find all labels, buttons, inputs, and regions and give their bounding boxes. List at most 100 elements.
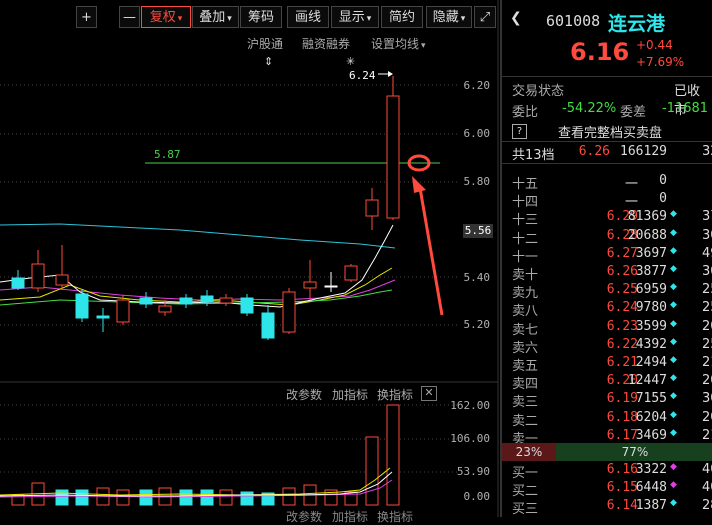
question-icon[interactable]: ?	[512, 124, 527, 139]
level-label: 卖六	[512, 340, 539, 356]
level-volume: 3322	[635, 462, 667, 477]
weibi-label: 委比	[512, 105, 539, 120]
diamond-icon: ◆	[670, 245, 677, 256]
buy-ratio-bar: 77%	[556, 443, 712, 461]
ask-row[interactable]: 卖八6.24978025◆	[502, 300, 712, 320]
ask-row[interactable]: 卖十6.26387730◆	[502, 264, 712, 283]
params-button[interactable]: 改参数	[286, 386, 322, 403]
ask-row[interactable]: 卖六6.22439225◆	[502, 336, 712, 356]
level-label: 买一	[512, 466, 539, 481]
candle-body	[96, 315, 110, 319]
candle-body	[55, 274, 69, 286]
diamond-icon: ◆	[670, 264, 677, 274]
bid-row[interactable]: 买三6.14138728◆	[502, 498, 712, 517]
ask-row[interactable]: 卖三6.19715530◆	[502, 391, 712, 411]
ask-row[interactable]: 十一6.27369749◆	[502, 245, 712, 265]
volume-bar	[179, 489, 193, 506]
bid-row[interactable]: 买一6.16332240◆	[502, 462, 712, 481]
candle-body	[386, 95, 400, 219]
volume-bar	[365, 436, 379, 506]
axis-label: 6.20	[463, 79, 491, 92]
level-extra: 25	[702, 300, 712, 316]
volume-bar	[55, 489, 69, 506]
volume-bars-group	[11, 404, 400, 506]
candle-body	[324, 285, 338, 288]
candle-body	[116, 299, 130, 323]
view-full-book-link[interactable]: 查看完整档买卖盘	[558, 122, 662, 141]
level-volume: 20688	[627, 227, 667, 243]
ask-row[interactable]: 卖五6.21249421◆	[502, 355, 712, 374]
ask-row[interactable]: 十三6.298136937◆	[502, 209, 712, 228]
level-extra: 21	[702, 355, 712, 370]
level-volume: 81369	[627, 209, 667, 225]
level-volume: 12447	[627, 373, 667, 389]
level-volume: 6959	[635, 282, 667, 298]
ask-row[interactable]: 十二6.282068830◆	[502, 227, 712, 247]
annotation-arrowhead	[412, 176, 426, 193]
axis-label: 5.80	[463, 175, 491, 188]
candle-body	[219, 297, 233, 304]
level-volume: 3877	[635, 264, 667, 279]
diamond-icon: ◆	[670, 282, 677, 293]
level-volume: 4392	[635, 336, 667, 352]
diamond-icon: ◆	[670, 318, 677, 329]
level-label: 卖八	[512, 304, 539, 320]
stock-code: 601008	[546, 12, 601, 30]
sub-axis-label: 0.00	[463, 490, 491, 503]
level-extra: 30	[702, 391, 712, 407]
volume-bar	[116, 489, 130, 506]
candle-body	[158, 305, 172, 313]
diamond-icon: ◆	[670, 373, 677, 384]
bid-row[interactable]: 买二6.15644840◆	[502, 480, 712, 499]
level-volume: 6448	[635, 480, 667, 495]
level-label: 买二	[512, 484, 539, 499]
level-volume: 3469	[635, 427, 667, 443]
level-label: 卖十	[512, 268, 539, 283]
diamond-icon: ◆	[670, 462, 677, 472]
sub-axis-label: 162.00	[450, 399, 490, 412]
ask-row[interactable]: 十五一 0	[502, 173, 712, 192]
annotation-arrow	[418, 187, 444, 316]
level-extra: 37	[702, 209, 712, 225]
level-extra: 40	[702, 462, 712, 477]
ask-row[interactable]: 卖九6.25695925◆	[502, 282, 712, 301]
ask-row[interactable]: 卖七6.23359920◆	[502, 318, 712, 338]
axis-label: 6.00	[463, 127, 491, 140]
candle-body	[261, 312, 275, 339]
level-extra: 28	[702, 498, 712, 513]
event-marker-icon: ⇕	[264, 55, 273, 68]
status-label: 交易状态	[512, 84, 565, 99]
weicha-label: 委差	[620, 105, 647, 120]
candle-body	[303, 281, 317, 289]
levels-ext: 32	[702, 144, 712, 159]
diamond-icon: ◆	[670, 227, 677, 238]
sub-axis-label: 53.90	[456, 465, 490, 478]
ask-row[interactable]: 卖二6.18620420◆	[502, 409, 712, 429]
back-chevron-icon[interactable]: ❮	[510, 10, 522, 26]
candle-body	[365, 199, 379, 217]
candle-body	[75, 293, 89, 319]
add-indicator-button[interactable]: 加指标	[332, 386, 368, 403]
kline-chart[interactable]: 6.24 5.87 ⇕ ✳	[0, 0, 500, 517]
level-volume: 1387	[635, 498, 667, 513]
diamond-icon: ◆	[670, 300, 677, 311]
close-icon[interactable]: ✕	[421, 386, 437, 401]
level-label: 卖三	[512, 395, 539, 411]
diamond-icon: ◆	[670, 391, 677, 402]
diamond-icon: ◆	[670, 355, 677, 365]
levels-label: 共13档	[512, 148, 555, 163]
ask-row[interactable]: 卖四6.201244720◆	[502, 373, 712, 392]
sub-axis-label: 106.00	[450, 432, 490, 445]
levels-row: 共13档 6.26 166129 32	[502, 144, 712, 163]
axis-label: 5.20	[463, 318, 491, 331]
switch-indicator-button[interactable]: 换指标	[377, 386, 413, 403]
candle-body	[139, 297, 153, 305]
diamond-icon: ◆	[670, 409, 677, 420]
level-label: 十一	[512, 249, 539, 265]
diamond-icon: ◆	[670, 209, 677, 220]
stock-name: 连云港	[608, 13, 666, 35]
level-label: 卖五	[512, 359, 539, 374]
ask-row[interactable]: 十四一 0	[502, 191, 712, 210]
diamond-icon: ◆	[670, 498, 677, 508]
level-extra: 30	[702, 227, 712, 243]
